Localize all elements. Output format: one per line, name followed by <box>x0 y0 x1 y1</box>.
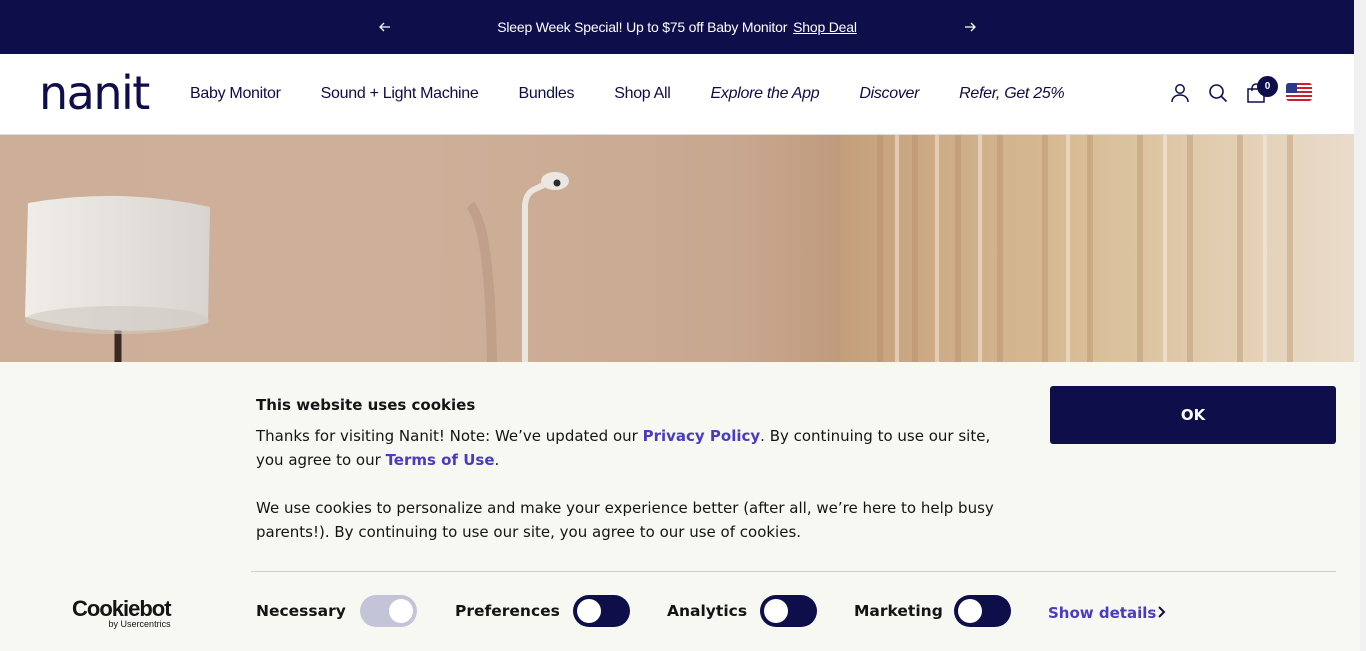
nursery-scene-illustration <box>25 135 1354 362</box>
marketing-toggle[interactable] <box>954 595 1011 627</box>
nav-bundles[interactable]: Bundles <box>519 85 575 103</box>
main-nav: Baby Monitor Sound + Light Machine Bundl… <box>190 85 1104 103</box>
marketing-label: Marketing <box>854 602 943 620</box>
search-icon[interactable] <box>1207 82 1229 104</box>
arrow-right-icon[interactable] <box>962 18 978 36</box>
cookie-consent-banner: This website uses cookies Thanks for vis… <box>0 362 1360 651</box>
shop-deal-link[interactable]: Shop Deal <box>793 19 857 35</box>
announcement-bar: Sleep Week Special! Up to $75 off Baby M… <box>0 0 1354 54</box>
cookie-text-part: . <box>494 451 500 469</box>
terms-of-use-link[interactable]: Terms of Use <box>386 451 495 469</box>
preferences-toggle[interactable] <box>573 595 630 627</box>
nanit-logo[interactable]: nanit <box>39 68 150 118</box>
nav-discover[interactable]: Discover <box>859 85 919 103</box>
cookie-text-part: Thanks for visiting Nanit! Note: We’ve u… <box>256 427 643 445</box>
cookie-usage-text: We use cookies to personalize and make y… <box>256 499 994 541</box>
show-details-link[interactable]: Show details <box>1048 604 1156 622</box>
necessary-label: Necessary <box>256 602 346 620</box>
cookiebot-logo[interactable]: Cookiebot by Usercentrics <box>72 596 172 630</box>
hero-image <box>0 135 1354 362</box>
toggle-knob <box>577 599 601 623</box>
nav-baby-monitor[interactable]: Baby Monitor <box>190 85 281 103</box>
announcement-message: Sleep Week Special! Up to $75 off Baby M… <box>0 19 1354 35</box>
toggle-knob <box>764 599 788 623</box>
announcement-text: Sleep Week Special! Up to $75 off Baby M… <box>497 19 788 35</box>
toggle-knob <box>389 599 413 623</box>
nav-sound-light-machine[interactable]: Sound + Light Machine <box>321 85 479 103</box>
cookie-notice-text: Thanks for visiting Nanit! Note: We’ve u… <box>256 424 1016 472</box>
toggle-knob <box>958 599 982 623</box>
cart-count-badge: 0 <box>1257 76 1278 97</box>
nav-shop-all[interactable]: Shop All <box>614 85 671 103</box>
cookie-ok-button[interactable]: OK <box>1050 386 1336 444</box>
account-icon[interactable] <box>1169 82 1191 104</box>
analytics-label: Analytics <box>667 602 748 620</box>
necessary-toggle <box>360 595 417 627</box>
chevron-right-icon[interactable] <box>1156 605 1168 619</box>
privacy-policy-link[interactable]: Privacy Policy <box>643 427 761 445</box>
preferences-label: Preferences <box>455 602 560 620</box>
nav-refer[interactable]: Refer, Get 25% <box>959 85 1065 103</box>
nav-explore-the-app[interactable]: Explore the App <box>711 85 820 103</box>
cookie-divider <box>251 571 1336 572</box>
analytics-toggle[interactable] <box>760 595 817 627</box>
site-header: nanit Baby Monitor Sound + Light Machine… <box>0 54 1354 135</box>
cookie-banner-title: This website uses cookies <box>256 396 476 414</box>
cookiebot-brand: Cookiebot <box>72 596 172 621</box>
us-flag-icon[interactable] <box>1286 83 1312 101</box>
